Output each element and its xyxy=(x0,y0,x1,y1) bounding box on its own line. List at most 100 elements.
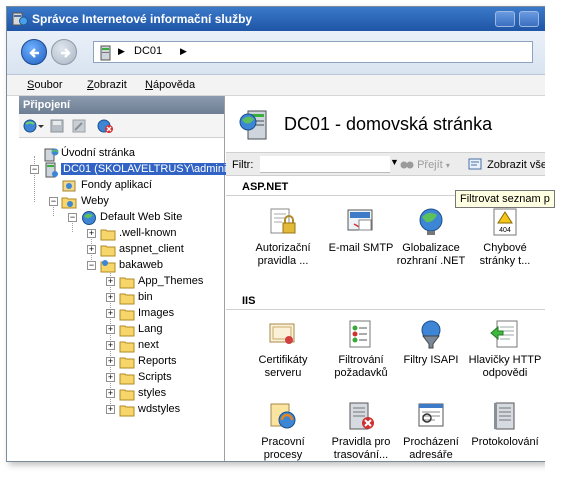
tree-label: Default Web Site xyxy=(100,211,183,223)
tree-item-sites[interactable]: − Weby xyxy=(19,194,225,210)
feature-error-pages[interactable]: 404 Chybové stránky t... xyxy=(466,206,544,268)
tree-item-folder[interactable]: + wdstyles xyxy=(19,402,225,418)
folder-icon xyxy=(119,293,135,305)
tree-item-folder[interactable]: + Reports xyxy=(19,354,225,370)
filter-dropdown-arrow[interactable]: ▼ xyxy=(390,157,399,167)
server-icon xyxy=(100,45,111,61)
feature-tracing-rules[interactable]: Pravidla pro trasování... xyxy=(322,400,400,461)
tree-item-folder[interactable]: + aspnet_client xyxy=(19,242,225,258)
forward-button[interactable] xyxy=(51,39,77,65)
go-label: Přejít xyxy=(417,159,443,171)
folder-icon xyxy=(119,405,135,417)
tree-label: Úvodní stránka xyxy=(61,147,135,159)
globe-icon xyxy=(419,208,443,235)
tree-item-folder[interactable]: + Images xyxy=(19,306,225,322)
expand-toggle[interactable]: + xyxy=(87,245,96,254)
email-icon xyxy=(347,209,373,231)
application-folder-icon xyxy=(100,260,116,273)
show-all-label: Zobrazit vše xyxy=(487,159,546,171)
feature-label: Pravidla pro trasování... xyxy=(331,436,391,461)
filter-list-icon xyxy=(349,320,371,348)
tree-item-folder[interactable]: + next xyxy=(19,338,225,354)
tree-label: Lang xyxy=(138,323,163,335)
maximize-button[interactable] xyxy=(519,11,539,27)
tree-item-app-pools[interactable]: Fondy aplikací xyxy=(19,178,225,194)
tree-label: bin xyxy=(138,291,153,303)
feature-label: Procházení adresáře xyxy=(403,436,459,461)
minimize-button[interactable] xyxy=(495,11,515,27)
folder-icon xyxy=(119,277,135,289)
address-box[interactable]: ▶ DC01 ▶ xyxy=(93,41,533,63)
expand-toggle[interactable]: + xyxy=(106,373,115,382)
collapse-toggle[interactable]: − xyxy=(87,261,96,270)
tree-label: Reports xyxy=(138,355,177,367)
feature-request-filtering[interactable]: Filtrování požadavků xyxy=(322,318,400,380)
connect-globe-icon[interactable] xyxy=(23,118,45,134)
collapse-toggle[interactable]: − xyxy=(68,213,77,222)
window-title: Správce Internetové informační služby xyxy=(32,12,253,26)
feature-net-globalization[interactable]: Globalizace rozhraní .NET xyxy=(392,206,470,268)
connections-toolbar xyxy=(19,114,224,138)
tree-item-start-page[interactable]: Úvodní stránka xyxy=(19,146,225,162)
filter-input[interactable] xyxy=(260,156,390,173)
breadcrumb-dc01[interactable]: DC01 xyxy=(134,45,162,57)
expand-toggle[interactable]: + xyxy=(87,229,96,238)
connections-header: Připojení xyxy=(19,96,224,114)
feature-label: Globalizace rozhraní .NET xyxy=(396,242,466,267)
folder-icon xyxy=(119,309,135,321)
breadcrumb-separator[interactable]: ▶ xyxy=(180,46,187,57)
menu-view[interactable]: Zobrazit xyxy=(87,79,127,91)
feature-label: Protokolování xyxy=(471,436,539,448)
collapse-toggle[interactable]: − xyxy=(49,197,58,206)
save-icon[interactable] xyxy=(49,118,65,134)
menu-help[interactable]: Nápověda xyxy=(145,79,195,91)
back-button[interactable] xyxy=(21,39,47,65)
feature-label: Filtry ISAPI xyxy=(403,354,459,366)
expand-toggle[interactable]: + xyxy=(106,389,115,398)
server-icon xyxy=(45,162,58,178)
tree-label: Fondy aplikací xyxy=(81,179,152,191)
menu-file[interactable]: Soubor xyxy=(27,79,62,91)
tree-item-folder[interactable]: + Scripts xyxy=(19,370,225,386)
tree-item-folder[interactable]: + bin xyxy=(19,290,225,306)
show-all-button[interactable]: Zobrazit vše xyxy=(468,158,546,171)
http-headers-icon xyxy=(490,320,518,348)
filter-bar: Filtr: ▼ Přejít ▾ Zobrazit vše xyxy=(226,152,546,176)
expand-toggle[interactable]: + xyxy=(106,293,115,302)
edit-icon[interactable] xyxy=(71,118,87,134)
feature-server-certificates[interactable]: Certifikáty serveru xyxy=(244,318,322,380)
go-button[interactable]: Přejít ▾ xyxy=(400,158,450,171)
tree-item-folder[interactable]: + Lang xyxy=(19,322,225,338)
disconnect-icon[interactable] xyxy=(97,118,115,134)
feature-authorization-rules[interactable]: Autorizační pravidla ... xyxy=(244,206,322,268)
feature-http-response-headers[interactable]: Hlavičky HTTP odpovědi xyxy=(466,318,544,380)
expand-toggle[interactable]: + xyxy=(106,277,115,286)
page-title: DC01 - domovská stránka xyxy=(284,114,493,134)
tree-item-folder[interactable]: + styles xyxy=(19,386,225,402)
expand-toggle[interactable]: + xyxy=(106,341,115,350)
expand-toggle[interactable]: + xyxy=(106,309,115,318)
expand-toggle[interactable]: + xyxy=(106,405,115,414)
feature-isapi-filters[interactable]: Filtry ISAPI xyxy=(392,318,470,367)
tree-item-default-web-site[interactable]: − Default Web Site xyxy=(19,210,225,226)
logging-icon xyxy=(494,402,515,430)
worker-process-icon xyxy=(270,403,296,429)
feature-smtp-email[interactable]: E-mail SMTP xyxy=(322,206,400,255)
show-all-icon xyxy=(468,158,482,170)
expand-toggle[interactable]: + xyxy=(106,325,115,334)
folder-icon xyxy=(119,389,135,401)
feature-directory-browsing[interactable]: Procházení adresáře xyxy=(392,400,470,461)
feature-logging[interactable]: Protokolování xyxy=(466,400,544,449)
expand-toggle[interactable]: + xyxy=(106,357,115,366)
breadcrumb-separator[interactable]: ▶ xyxy=(118,46,125,57)
collapse-toggle[interactable]: − xyxy=(30,165,39,174)
tree-item-server[interactable]: − DC01 (SKOLAVELTRUSY\administ xyxy=(19,162,237,178)
tree-item-folder[interactable]: + .well-known xyxy=(19,226,225,242)
feature-worker-processes[interactable]: Pracovní procesy xyxy=(244,400,322,461)
tree-item-bakaweb[interactable]: − bakaweb xyxy=(19,258,225,274)
arrow-left-icon xyxy=(29,48,39,58)
feature-label: Hlavičky HTTP odpovědi xyxy=(468,354,542,379)
tree-item-folder[interactable]: + App_Themes xyxy=(19,274,225,290)
tree-label: Images xyxy=(138,307,175,319)
feature-label: E-mail SMTP xyxy=(328,242,394,254)
